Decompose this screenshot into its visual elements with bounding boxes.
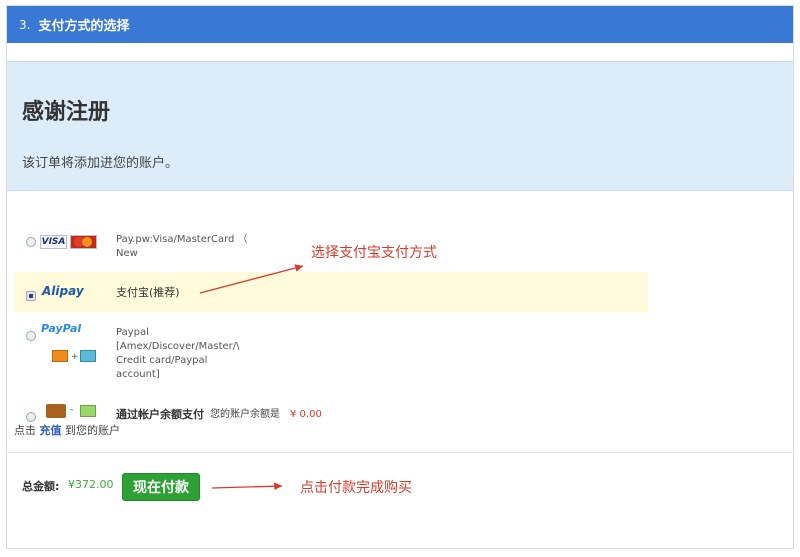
radio-paypal[interactable]: [26, 331, 36, 341]
paypal-logo-icon: PayPal: [41, 322, 81, 335]
thanks-heading: 感谢注册: [22, 100, 111, 125]
alipay-logo-icon: Alipay: [42, 284, 84, 298]
visa-label-line2: New: [116, 248, 138, 259]
plus-icon: +: [71, 352, 79, 362]
paypal-label-line4: account]: [116, 369, 160, 380]
visa-logo-icon: VISA: [40, 235, 67, 249]
recharge-suffix: 到您的账户: [65, 424, 120, 437]
card-blue-icon: [80, 350, 96, 362]
panel-header: 3. 支付方式的选择: [7, 6, 793, 43]
radio-alipay[interactable]: [26, 291, 36, 301]
paypal-label-line1: Paypal: [116, 327, 149, 338]
visa-label-line1: Pay.pw:Visa/MasterCard （: [116, 234, 248, 245]
alipay-label: 支付宝(推荐): [116, 286, 180, 299]
paypal-label-line3: Credit card/Paypal: [116, 355, 208, 366]
step-number: 3.: [19, 17, 31, 32]
payment-option-paypal[interactable]: PayPal + Paypal [Amex/Discover/Master/\ …: [14, 322, 648, 382]
payment-option-alipay[interactable]: Alipay 支付宝(推荐): [14, 272, 648, 312]
payment-option-balance[interactable]: – 通过帐户余额支付 您的账户余额是 ¥ 0.00: [14, 402, 648, 424]
total-value: ¥372.00: [68, 478, 114, 491]
thanks-message: 该订单将添加进您的账户。: [22, 156, 179, 171]
annotation-pay: 点击付款完成购买: [300, 480, 412, 496]
recharge-line: 点击 充值 到您的账户: [14, 422, 120, 438]
dash-icon: –: [69, 405, 74, 415]
balance-text: 您的账户余额是: [210, 409, 280, 420]
radio-balance[interactable]: [26, 412, 36, 422]
annotation-alipay: 选择支付宝支付方式: [311, 245, 437, 261]
balance-label: 通过帐户余额支付: [116, 408, 204, 421]
paypal-logo-text: PayPal: [41, 322, 82, 335]
wallet-icon: [46, 404, 66, 418]
paypal-label-line2: [Amex/Discover/Master/\: [116, 341, 240, 352]
money-icon: [80, 405, 96, 417]
pay-now-button[interactable]: 现在付款: [122, 473, 200, 501]
balance-value: ¥ 0.00: [290, 409, 322, 420]
recharge-link[interactable]: 充值: [40, 424, 62, 437]
total-label: 总金额:: [22, 480, 60, 493]
thanks-box: 感谢注册 该订单将添加进您的账户。: [7, 61, 793, 191]
radio-visa[interactable]: [26, 237, 36, 247]
panel-title: 支付方式的选择: [38, 19, 130, 34]
card-orange-icon: [52, 350, 68, 362]
mastercard-logo-icon: [70, 235, 97, 249]
recharge-prefix: 点击: [14, 424, 36, 437]
divider: [6, 452, 794, 453]
